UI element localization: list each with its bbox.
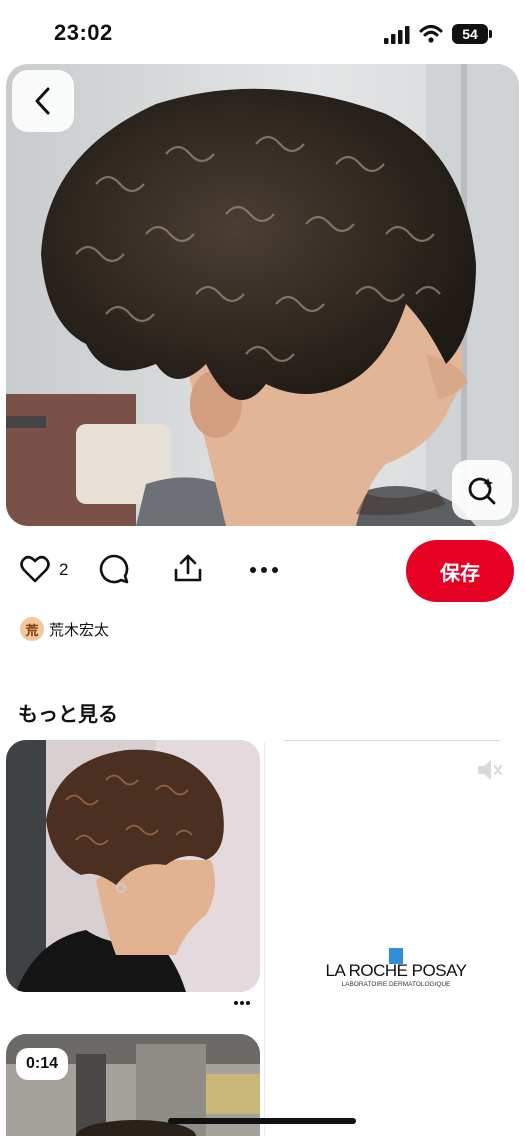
heart-icon[interactable]	[20, 555, 50, 583]
svg-text:LA ROCHE POSAY: LA ROCHE POSAY	[325, 961, 466, 980]
pin-action-row: 2 保存	[0, 540, 525, 602]
more-icon[interactable]	[249, 566, 279, 574]
wifi-icon	[419, 25, 443, 43]
save-button[interactable]: 保存	[406, 540, 514, 602]
pin-image[interactable]	[6, 64, 519, 526]
grid-divider	[264, 742, 265, 1136]
related-pin-photo	[6, 740, 260, 992]
visual-search-button[interactable]	[452, 460, 512, 520]
mute-icon[interactable]	[476, 758, 504, 782]
back-button[interactable]	[12, 70, 74, 132]
status-time: 23:02	[54, 20, 113, 45]
more-section-heading: もっと見る	[18, 704, 118, 726]
avatar: 荒	[20, 617, 44, 641]
home-indicator[interactable]	[168, 1118, 356, 1124]
visual-search-icon	[468, 477, 496, 505]
svg-text:LABORATOIRE DERMATOLOGIQUE: LABORATOIRE DERMATOLOGIQUE	[342, 981, 452, 988]
related-pin-card[interactable]	[6, 740, 260, 992]
signal-icon	[384, 26, 410, 44]
pin-photo	[6, 64, 519, 526]
brand-logo: LA ROCHE POSAY LABORATOIRE DERMATOLOGIQU…	[296, 946, 496, 992]
like-count: 2	[59, 560, 69, 579]
ad-top-border	[284, 740, 500, 741]
status-bar: 23:02 54	[0, 0, 525, 66]
related-pin-more-icon[interactable]	[233, 1000, 251, 1006]
sponsored-pin-card[interactable]	[266, 740, 519, 1136]
pin-author[interactable]: 荒 荒木宏太	[20, 616, 109, 642]
chevron-left-icon	[35, 87, 50, 115]
battery-indicator: 54	[452, 24, 488, 44]
share-icon[interactable]	[173, 553, 203, 583]
comment-icon[interactable]	[99, 554, 129, 584]
video-duration-badge: 0:14	[16, 1048, 69, 1080]
author-name: 荒木宏太	[49, 621, 110, 639]
battery-tip	[489, 30, 492, 38]
